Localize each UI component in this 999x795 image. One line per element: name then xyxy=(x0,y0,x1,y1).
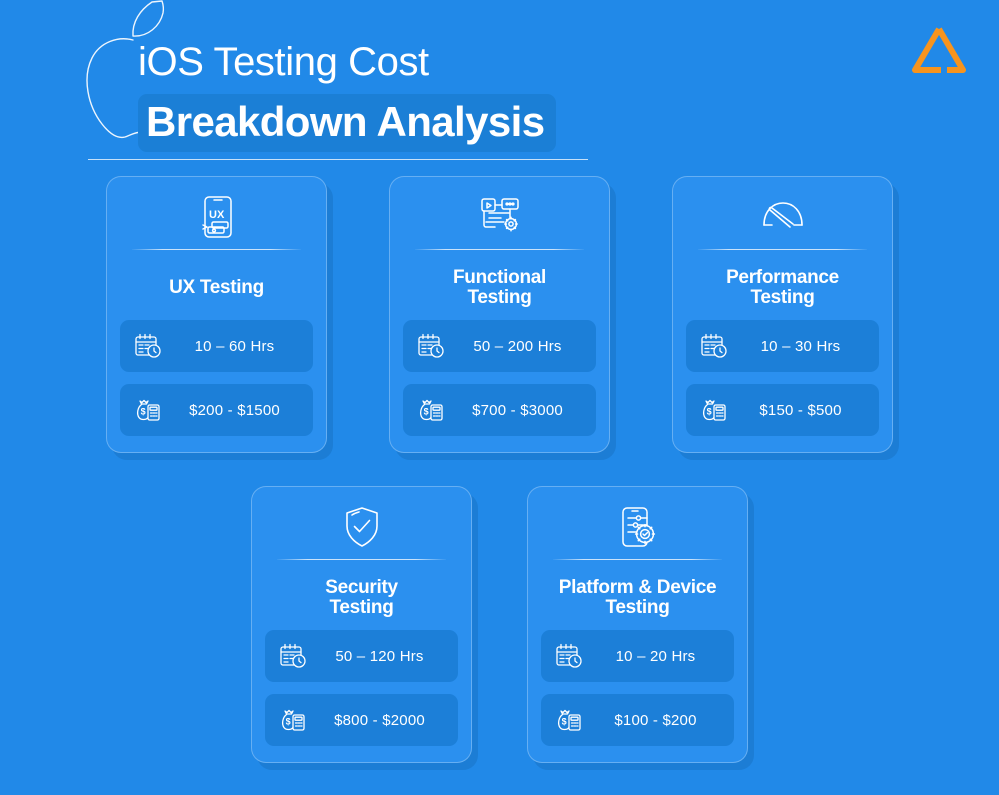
stat-cost-value: $800 - $2000 xyxy=(334,711,425,729)
card-title: UX Testing xyxy=(120,268,313,308)
title-block: iOS Testing Cost Breakdown Analysis xyxy=(88,38,698,160)
stat-row-cost: $ $700 - $3000 xyxy=(403,384,596,436)
svg-text:UX: UX xyxy=(209,209,225,221)
stat-row-cost: $ $100 - $200 xyxy=(541,694,734,746)
stat-row-hours: 10 – 30 Hrs xyxy=(686,320,879,372)
card-title-line: Platform & Device xyxy=(558,577,717,598)
header: iOS Testing Cost Breakdown Analysis xyxy=(0,0,999,160)
stat-row-hours: 10 – 20 Hrs xyxy=(541,630,734,682)
calendar-clock-icon xyxy=(553,640,585,672)
card-title: Platform & Device Testing xyxy=(541,578,734,618)
card-divider xyxy=(277,559,446,560)
card-security-testing[interactable]: Security Testing 50 – 120 Hrs $ $800 - $… xyxy=(251,486,472,763)
browser-gear-icon xyxy=(403,191,596,243)
infographic-poster: iOS Testing Cost Breakdown Analysis UX U… xyxy=(0,0,999,795)
stat-cost-value: $200 - $1500 xyxy=(189,401,280,419)
svg-text:$: $ xyxy=(286,717,291,727)
money-bag-calculator-icon: $ xyxy=(698,394,730,426)
card-title: Functional Testing xyxy=(403,268,596,308)
svg-text:$: $ xyxy=(562,717,567,727)
stat-hours-value: 10 – 60 Hrs xyxy=(194,337,275,355)
money-bag-calculator-icon: $ xyxy=(132,394,164,426)
card-title-line: UX Testing xyxy=(169,277,264,298)
phone-settings-gear-icon xyxy=(541,501,734,553)
card-title-line: Testing xyxy=(750,287,815,308)
phone-ux-wireframe-icon: UX xyxy=(120,191,313,243)
stat-hours-value: 50 – 200 Hrs xyxy=(473,337,562,355)
stat-row-cost: $ $150 - $500 xyxy=(686,384,879,436)
money-bag-calculator-icon: $ xyxy=(277,704,309,736)
calendar-clock-icon xyxy=(698,330,730,362)
page-title-primary: iOS Testing Cost xyxy=(138,40,429,84)
card-divider xyxy=(698,249,867,250)
stat-cost-value: $700 - $3000 xyxy=(472,401,563,419)
svg-text:$: $ xyxy=(141,407,146,417)
calendar-clock-icon xyxy=(415,330,447,362)
card-title-line: Security xyxy=(325,577,398,598)
stat-hours-value: 10 – 30 Hrs xyxy=(760,337,841,355)
stat-row-hours: 50 – 200 Hrs xyxy=(403,320,596,372)
page-title-highlight-wrap: Breakdown Analysis xyxy=(88,94,588,160)
card-row-top: UX UX Testing 10 – 60 Hrs $ $200 - $1500… xyxy=(0,176,999,453)
page-title-secondary: Breakdown Analysis xyxy=(138,94,557,152)
stat-hours-value: 10 – 20 Hrs xyxy=(615,647,696,665)
card-functional-testing[interactable]: Functional Testing 50 – 200 Hrs $ $700 -… xyxy=(389,176,610,453)
card-title-line: Functional xyxy=(452,267,547,288)
card-title-line: Performance xyxy=(726,267,839,288)
card-title: Security Testing xyxy=(265,578,458,618)
card-divider xyxy=(415,249,584,250)
card-divider xyxy=(553,559,722,560)
money-bag-calculator-icon: $ xyxy=(553,704,585,736)
card-title: Performance Testing xyxy=(686,268,879,308)
stat-cost-value: $100 - $200 xyxy=(614,711,697,729)
card-ux-testing[interactable]: UX UX Testing 10 – 60 Hrs $ $200 - $1500 xyxy=(106,176,327,453)
card-divider xyxy=(132,249,301,250)
card-performance-testing[interactable]: Performance Testing 10 – 30 Hrs $ $150 -… xyxy=(672,176,893,453)
calendar-clock-icon xyxy=(132,330,164,362)
stat-row-cost: $ $800 - $2000 xyxy=(265,694,458,746)
card-title-line: Testing xyxy=(605,597,670,618)
svg-text:$: $ xyxy=(707,407,712,417)
stat-hours-value: 50 – 120 Hrs xyxy=(335,647,424,665)
stat-row-hours: 50 – 120 Hrs xyxy=(265,630,458,682)
shield-check-icon xyxy=(265,501,458,553)
stat-cost-value: $150 - $500 xyxy=(759,401,842,419)
money-bag-calculator-icon: $ xyxy=(415,394,447,426)
stat-row-hours: 10 – 60 Hrs xyxy=(120,320,313,372)
svg-text:$: $ xyxy=(424,407,429,417)
card-row-bottom: Security Testing 50 – 120 Hrs $ $800 - $… xyxy=(0,486,999,763)
stat-row-cost: $ $200 - $1500 xyxy=(120,384,313,436)
card-title-line: Testing xyxy=(467,287,532,308)
triangle-brand-logo-icon xyxy=(911,24,967,76)
title-underline xyxy=(88,159,588,160)
card-title-line: Testing xyxy=(329,597,394,618)
speedometer-icon xyxy=(686,191,879,243)
card-platform-device-testing[interactable]: Platform & Device Testing 10 – 20 Hrs $ … xyxy=(527,486,748,763)
calendar-clock-icon xyxy=(277,640,309,672)
